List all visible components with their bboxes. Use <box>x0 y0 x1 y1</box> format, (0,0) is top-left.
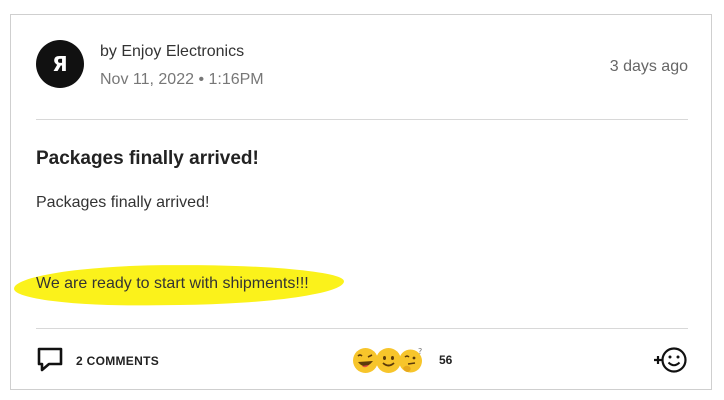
reactions-summary[interactable]: ? 56 <box>352 343 452 377</box>
avatar[interactable]: Я <box>36 40 84 88</box>
add-reaction-button[interactable] <box>653 345 689 375</box>
comments-label: 2 COMMENTS <box>76 354 160 368</box>
author-name[interactable]: by Enjoy Electronics <box>100 43 244 61</box>
add-reaction-icon <box>653 347 689 379</box>
divider <box>36 328 688 329</box>
reaction-count: 56 <box>439 353 453 367</box>
divider <box>36 119 688 120</box>
post-date: Nov 11, 2022 • 1:16PM <box>100 71 264 88</box>
comments-button[interactable]: 2 COMMENTS <box>36 346 159 376</box>
post-title: Packages finally arrived! <box>36 148 259 169</box>
svg-text:?: ? <box>418 347 422 356</box>
thinking-emoji-icon: ? <box>398 347 425 374</box>
post-body-highlighted-line: We are ready to start with shipments!!! <box>36 275 309 292</box>
time-ago: 3 days ago <box>609 58 688 75</box>
post-card: Я by Enjoy Electronics Nov 11, 2022 • 1:… <box>10 14 712 390</box>
avatar-letter: Я <box>52 52 68 76</box>
post-body-line: Packages finally arrived! <box>36 194 210 211</box>
comment-bubble-icon <box>36 345 64 378</box>
